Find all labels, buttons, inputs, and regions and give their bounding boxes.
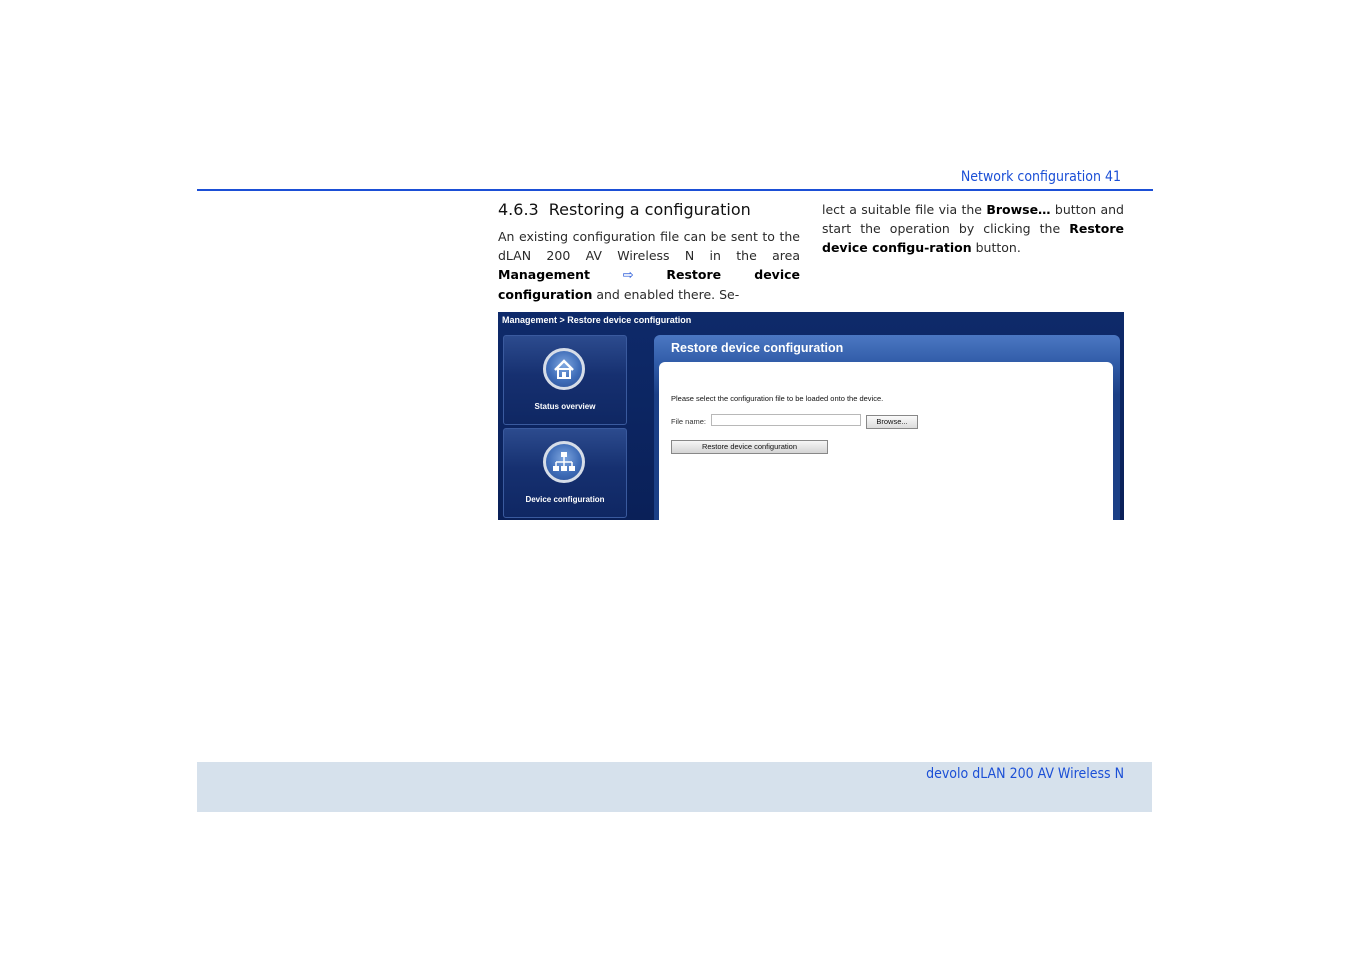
paragraph-text: and enabled there. Se- [592, 287, 740, 302]
instruction-text: Please select the configuration file to … [671, 394, 884, 403]
ui-screenshot-figure: Management > Restore device configuratio… [498, 312, 1124, 520]
paragraph-text: An existing configuration file can be se… [498, 229, 800, 263]
section-number: 4.6.3 [498, 200, 539, 219]
text-column-left: 4.6.3 Restoring a configuration An existi… [498, 199, 800, 304]
footer-bar: devolo dLAN 200 AV Wireless N [197, 762, 1152, 812]
section-heading: 4.6.3 Restoring a configuration [498, 199, 800, 221]
panel-body: Please select the configuration file to … [659, 362, 1113, 520]
paragraph-left: An existing configuration file can be se… [498, 227, 800, 304]
tile-label: Device configuration [525, 495, 605, 504]
tile-label: Status overview [534, 402, 596, 411]
footer-product: devolo dLAN 200 AV Wireless N [926, 766, 1124, 782]
tile-device-configuration[interactable]: Device configuration [503, 428, 627, 518]
restore-device-configuration-button[interactable]: Restore device configuration [671, 440, 828, 454]
browse-reference: Browse… [986, 202, 1051, 217]
running-header: Network configuration 41 [960, 169, 1121, 185]
text-column-right: lect a suitable file via the Browse… but… [822, 200, 1124, 257]
network-icon [543, 441, 585, 483]
paragraph-text: button. [971, 240, 1021, 255]
file-name-label: File name: [671, 417, 707, 426]
breadcrumb: Management > Restore device configuratio… [502, 315, 692, 325]
arrow-icon: ⇨ [622, 268, 634, 283]
restore-panel: Restore device configuration Please sele… [654, 335, 1120, 520]
panel-title: Restore device configuration [671, 341, 844, 355]
paragraph-right: lect a suitable file via the Browse… but… [822, 200, 1124, 257]
paragraph-text: lect a suitable file via the [822, 202, 987, 217]
browse-button[interactable]: Browse... [866, 415, 918, 429]
section-title: Restoring a configuration [548, 200, 751, 219]
home-icon [543, 348, 585, 390]
header-rule [197, 189, 1153, 191]
file-name-input[interactable] [711, 414, 861, 426]
tile-status-overview[interactable]: Status overview [503, 335, 627, 425]
menu-path-management: Management [498, 267, 591, 282]
